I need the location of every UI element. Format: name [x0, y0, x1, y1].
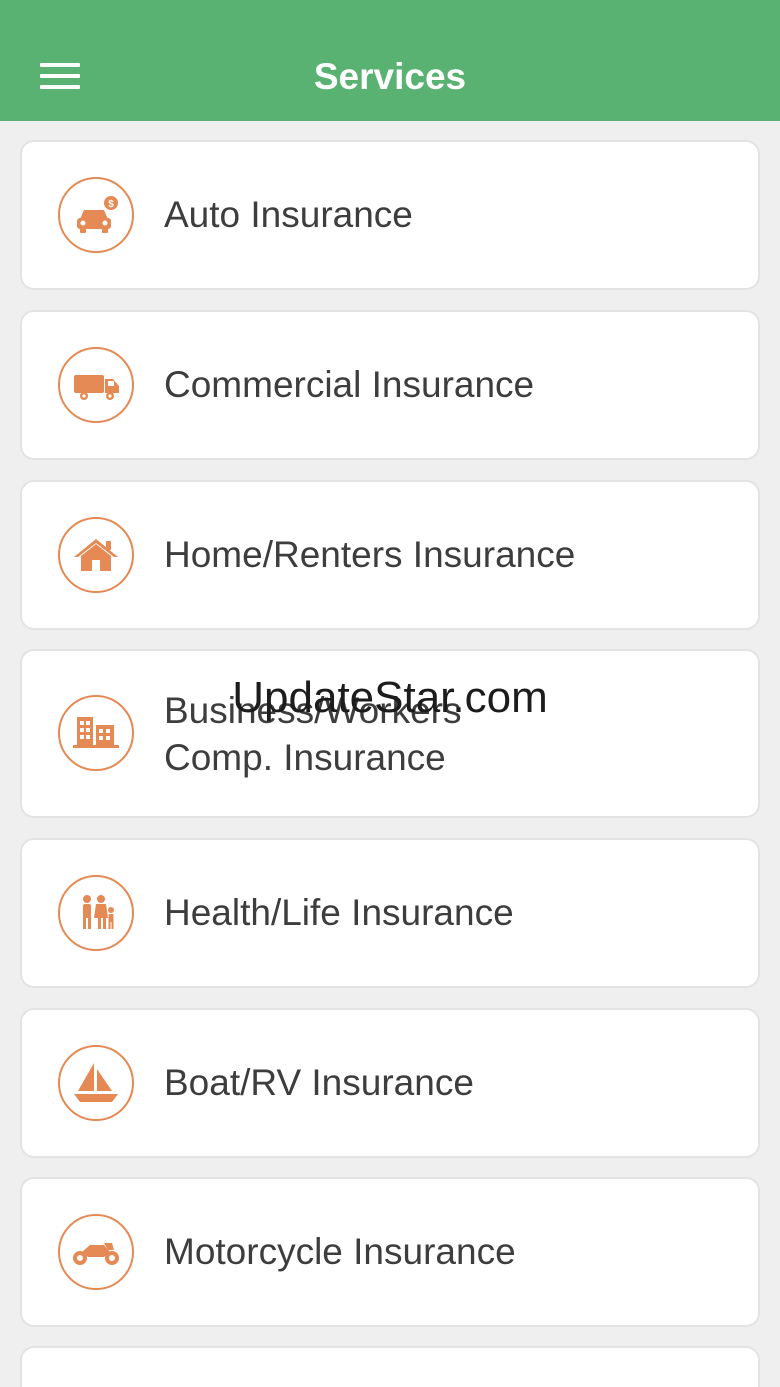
- house-icon: [58, 517, 134, 593]
- building-icon: [58, 695, 134, 771]
- service-item-business[interactable]: Business/Workers Comp. Insurance: [20, 649, 760, 818]
- service-item-health[interactable]: Health/Life Insurance: [20, 838, 760, 988]
- service-label: Health/Life Insurance: [164, 892, 514, 933]
- motorcycle-icon: [58, 1214, 134, 1290]
- service-item-motorcycle[interactable]: Motorcycle Insurance: [20, 1177, 760, 1327]
- service-label-line1: Business/Workers: [164, 690, 462, 731]
- svg-text:$: $: [108, 199, 114, 210]
- service-item-partial[interactable]: [20, 1346, 760, 1387]
- app-header: Services: [0, 0, 780, 121]
- service-item-home[interactable]: Home/Renters Insurance: [20, 480, 760, 630]
- service-label-line2: Comp. Insurance: [164, 737, 446, 778]
- car-icon: $: [58, 177, 134, 253]
- truck-icon: [58, 347, 134, 423]
- service-label: Commercial Insurance: [164, 364, 535, 405]
- family-icon: [58, 875, 134, 951]
- service-item-commercial[interactable]: Commercial Insurance: [20, 310, 760, 460]
- service-label: Motorcycle Insurance: [164, 1231, 516, 1272]
- sailboat-icon: [58, 1045, 134, 1121]
- service-item-boat[interactable]: Boat/RV Insurance: [20, 1008, 760, 1158]
- service-label: Home/Renters Insurance: [164, 534, 576, 575]
- service-label: Auto Insurance: [164, 194, 413, 235]
- page-title: Services: [313, 56, 467, 97]
- service-item-auto[interactable]: $ Auto Insurance: [20, 140, 760, 290]
- service-label: Boat/RV Insurance: [164, 1062, 474, 1103]
